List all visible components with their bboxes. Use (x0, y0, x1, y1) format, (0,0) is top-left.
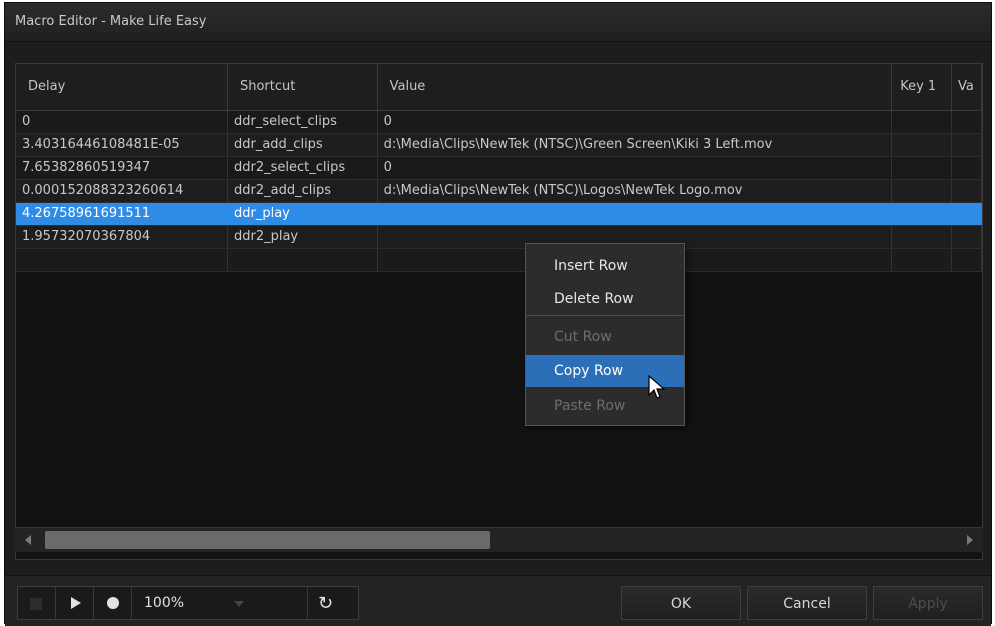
mouse-pointer-icon (648, 375, 666, 399)
horizontal-scrollbar[interactable] (15, 527, 983, 552)
stop-icon (30, 598, 42, 610)
refresh-icon: ↻ (318, 593, 334, 614)
cell-delay[interactable]: 3.40316446108481E-05 (16, 133, 228, 157)
scroll-right-icon[interactable] (967, 535, 973, 545)
record-button[interactable] (94, 587, 132, 619)
cell-value[interactable]: 0 (377, 156, 893, 180)
cell-shortcut[interactable]: ddr2_play (227, 225, 378, 249)
transport-controls: 100% ↻ (17, 586, 359, 620)
cell-va[interactable] (951, 179, 982, 203)
cell-key1[interactable] (891, 248, 953, 272)
cell-va[interactable] (951, 225, 982, 249)
column-header-va[interactable]: Va (951, 64, 982, 111)
column-header-shortcut[interactable]: Shortcut (227, 64, 378, 111)
cell-value[interactable] (377, 202, 893, 226)
refresh-button[interactable]: ↻ (308, 587, 358, 619)
chevron-down-icon (234, 601, 244, 607)
window-title: Macro Editor - Make Life Easy (15, 14, 207, 29)
cell-shortcut[interactable]: ddr_add_clips (227, 133, 378, 157)
scroll-left-icon[interactable] (25, 535, 31, 545)
column-header-value[interactable]: Value (377, 64, 893, 111)
cell-value[interactable]: d:\Media\Clips\NewTek (NTSC)\Green Scree… (377, 133, 893, 157)
menu-item-cut-row[interactable]: Cut Row (526, 321, 684, 353)
cell-value[interactable]: 0 (377, 110, 893, 134)
cell-va[interactable] (951, 202, 982, 226)
cell-shortcut[interactable]: ddr_play (227, 202, 378, 226)
play-icon (71, 597, 81, 609)
column-header-delay[interactable]: Delay (16, 64, 228, 111)
macro-grid: Delay Shortcut Value Key 1 Va 0 ddr_sele… (15, 63, 983, 560)
cell-va[interactable] (951, 110, 982, 134)
cell-key1[interactable] (891, 133, 953, 157)
cell-value[interactable]: d:\Media\Clips\NewTek (NTSC)\Logos\NewTe… (377, 179, 893, 203)
table-row-selected[interactable]: 4.26758961691511 ddr_play (16, 202, 982, 226)
macro-editor-window: Macro Editor - Make Life Easy Delay Shor… (4, 2, 992, 626)
column-header-key1[interactable]: Key 1 (891, 64, 953, 111)
cell-key1[interactable] (891, 202, 953, 226)
cell-key1[interactable] (891, 156, 953, 180)
cancel-button[interactable]: Cancel (747, 586, 867, 620)
cell-delay[interactable] (16, 248, 228, 272)
cell-va[interactable] (951, 133, 982, 157)
table-row-empty[interactable] (16, 248, 982, 272)
menu-item-insert-row[interactable]: Insert Row (526, 250, 684, 282)
stop-button[interactable] (18, 587, 56, 619)
cell-delay[interactable]: 7.65382860519347 (16, 156, 228, 180)
ok-button[interactable]: OK (621, 586, 741, 620)
menu-separator (526, 315, 684, 316)
menu-item-delete-row[interactable]: Delete Row (526, 283, 684, 315)
record-icon (107, 597, 119, 609)
macro-table: Delay Shortcut Value Key 1 Va 0 ddr_sele… (16, 64, 982, 272)
table-row[interactable]: 3.40316446108481E-05 ddr_add_clips d:\Me… (16, 133, 982, 157)
bottom-toolbar: 100% ↻ OK Cancel Apply (5, 575, 991, 626)
cell-key1[interactable] (891, 110, 953, 134)
cell-va[interactable] (951, 248, 982, 272)
cell-key1[interactable] (891, 179, 953, 203)
cell-shortcut[interactable]: ddr2_select_clips (227, 156, 378, 180)
play-button[interactable] (56, 587, 94, 619)
cell-shortcut[interactable]: ddr2_add_clips (227, 179, 378, 203)
cell-delay[interactable]: 4.26758961691511 (16, 202, 228, 226)
cell-shortcut[interactable] (227, 248, 378, 272)
table-row[interactable]: 0.000152088323260614 ddr2_add_clips d:\M… (16, 179, 982, 203)
table-row[interactable]: 1.95732070367804 ddr2_play (16, 225, 982, 249)
zoom-dropdown[interactable]: 100% (132, 587, 308, 619)
table-row[interactable]: 7.65382860519347 ddr2_select_clips 0 (16, 156, 982, 180)
cell-key1[interactable] (891, 225, 953, 249)
cell-shortcut[interactable]: ddr_select_clips (227, 110, 378, 134)
cell-delay[interactable]: 1.95732070367804 (16, 225, 228, 249)
cell-delay[interactable]: 0.000152088323260614 (16, 179, 228, 203)
zoom-value: 100% (144, 595, 185, 611)
header-row: Delay Shortcut Value Key 1 Va (16, 64, 982, 111)
cell-delay[interactable]: 0 (16, 110, 228, 134)
cell-va[interactable] (951, 156, 982, 180)
scrollbar-thumb[interactable] (45, 531, 490, 549)
apply-button[interactable]: Apply (873, 586, 983, 620)
title-bar[interactable]: Macro Editor - Make Life Easy (5, 3, 991, 42)
table-row[interactable]: 0 ddr_select_clips 0 (16, 110, 982, 134)
